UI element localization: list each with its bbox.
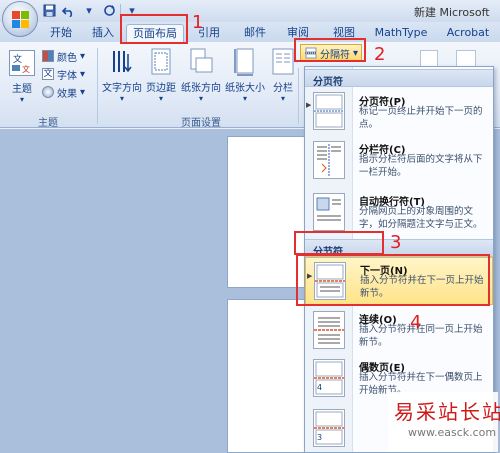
save-icon[interactable] <box>40 2 58 19</box>
chevron-down-icon[interactable]: ▾ <box>80 2 98 19</box>
chevron-down-icon: ▾ <box>80 86 86 98</box>
size-label: 纸张大小 <box>225 83 265 94</box>
margins-label: 页边距 <box>146 83 176 94</box>
orientation-button[interactable]: 纸张方向 ▾ <box>180 48 222 103</box>
annotation-box-page-layout <box>120 14 188 44</box>
watermark-text: 易采站长站 <box>394 400 500 424</box>
theme-effects-button[interactable]: 效果 ▾ <box>42 84 85 100</box>
office-logo-icon <box>12 11 29 28</box>
group-divider <box>97 48 98 124</box>
columns-icon <box>272 48 294 75</box>
menu-item-desc: 插入分节符并在同一页上开始新节。 <box>359 324 483 348</box>
chevron-down-icon: ▾ <box>242 94 247 103</box>
continuous-break-icon <box>313 311 345 349</box>
chevron-down-icon: ▾ <box>119 94 124 103</box>
chevron-down-icon: ▾ <box>198 94 203 103</box>
menu-item-continuous[interactable]: 连续(O) 插入分节符并在同一页上开始新节。 <box>305 307 493 355</box>
tab-insert[interactable]: 插入 <box>86 24 120 42</box>
svg-text:文: 文 <box>22 64 30 74</box>
annotation-box-breaks <box>294 38 366 62</box>
chevron-down-icon: ▾ <box>80 68 86 80</box>
chevron-down-icon: ▾ <box>19 95 24 104</box>
theme-colors-button[interactable]: 颜色 ▾ <box>42 48 85 64</box>
theme-group-label: 主题 <box>38 118 58 129</box>
theme-effects-label: 效果 <box>57 88 77 100</box>
menu-item-page-break[interactable]: ▶ 分页符(P) 标记一页终止并开始下一页的点。 <box>305 89 493 133</box>
annotation-box-next-page <box>296 254 490 306</box>
tab-home[interactable]: 开始 <box>44 24 78 42</box>
even-page-break-icon: 4 <box>313 359 345 397</box>
annotation-number-3: 3 <box>390 232 402 253</box>
page-size-icon <box>234 48 254 76</box>
chevron-down-icon: ▾ <box>80 50 86 62</box>
column-break-icon <box>313 141 345 179</box>
pointer-icon: ▶ <box>306 101 312 109</box>
chevron-down-icon: ▾ <box>158 94 163 103</box>
tab-mailings[interactable]: 邮件 <box>238 24 272 42</box>
menu-item-column-break[interactable]: 分栏符(C) 指示分栏符后面的文字将从下一栏开始。 <box>305 137 493 187</box>
orientation-icon <box>190 48 213 73</box>
fonts-icon: 文 <box>42 68 54 80</box>
odd-page-break-icon: 3 <box>313 409 345 447</box>
text-wrapping-break-icon <box>313 193 345 231</box>
menu-item-desc: 标记一页终止并开始下一页的点。 <box>359 106 483 130</box>
group-divider <box>298 68 299 124</box>
tab-mathtype[interactable]: MathType <box>370 24 432 42</box>
effects-icon <box>42 86 54 98</box>
ribbon-tabs: 开始 插入 页面布局 引用 邮件 审阅 视图 MathType Acrobat <box>0 22 500 42</box>
text-direction-icon <box>113 51 132 73</box>
themes-button[interactable]: 文文 主题 ▾ <box>6 50 38 104</box>
page-setup-group-label: 页面设置 <box>181 118 221 129</box>
colors-icon <box>42 50 54 62</box>
menu-item-desc: 分隔网页上的对象周围的文字，如分隔题注文字与正文。 <box>359 206 483 230</box>
text-direction-button[interactable]: 文字方向 ▾ <box>100 48 144 103</box>
themes-icon: 文文 <box>9 50 35 76</box>
margins-icon <box>151 48 171 75</box>
document-page[interactable] <box>227 299 307 453</box>
theme-fonts-label: 字体 <box>57 70 77 82</box>
site-watermark: 易采站长站 www.easck.com <box>388 392 500 452</box>
svg-text:3: 3 <box>317 433 322 442</box>
orientation-label: 纸张方向 <box>181 83 221 94</box>
margins-button[interactable]: 页边距 ▾ <box>145 48 177 103</box>
document-title: 新建 Microsoft <box>414 6 490 19</box>
document-page[interactable] <box>227 136 307 288</box>
text-direction-label: 文字方向 <box>102 83 142 94</box>
columns-button[interactable]: 分栏 ▾ <box>269 48 297 103</box>
annotation-number-2: 2 <box>374 44 386 65</box>
themes-label: 主题 <box>12 84 32 95</box>
office-button[interactable] <box>2 1 38 37</box>
svg-text:文: 文 <box>13 53 22 65</box>
svg-text:4: 4 <box>317 383 322 392</box>
page-break-icon <box>313 92 345 130</box>
watermark-url: www.easck.com <box>408 426 497 439</box>
undo-icon[interactable] <box>60 2 78 19</box>
tab-acrobat[interactable]: Acrobat <box>440 24 496 42</box>
menu-item-desc: 指示分栏符后面的文字将从下一栏开始。 <box>359 154 483 178</box>
annotation-number-1: 1 <box>192 12 204 33</box>
annotation-number-4: 4 <box>410 312 422 333</box>
theme-colors-label: 颜色 <box>57 52 77 64</box>
title-bar: ▾ ▾ 新建 Microsoft <box>0 0 500 22</box>
annotation-box-section-breaks <box>294 231 384 255</box>
menu-header-page-breaks: 分页符 <box>305 69 493 88</box>
chevron-down-icon: ▾ <box>280 94 285 103</box>
redo-icon[interactable] <box>100 2 118 19</box>
size-button[interactable]: 纸张大小 ▾ <box>223 48 267 103</box>
theme-fonts-button[interactable]: 文 字体 ▾ <box>42 66 85 82</box>
columns-label: 分栏 <box>273 83 293 94</box>
